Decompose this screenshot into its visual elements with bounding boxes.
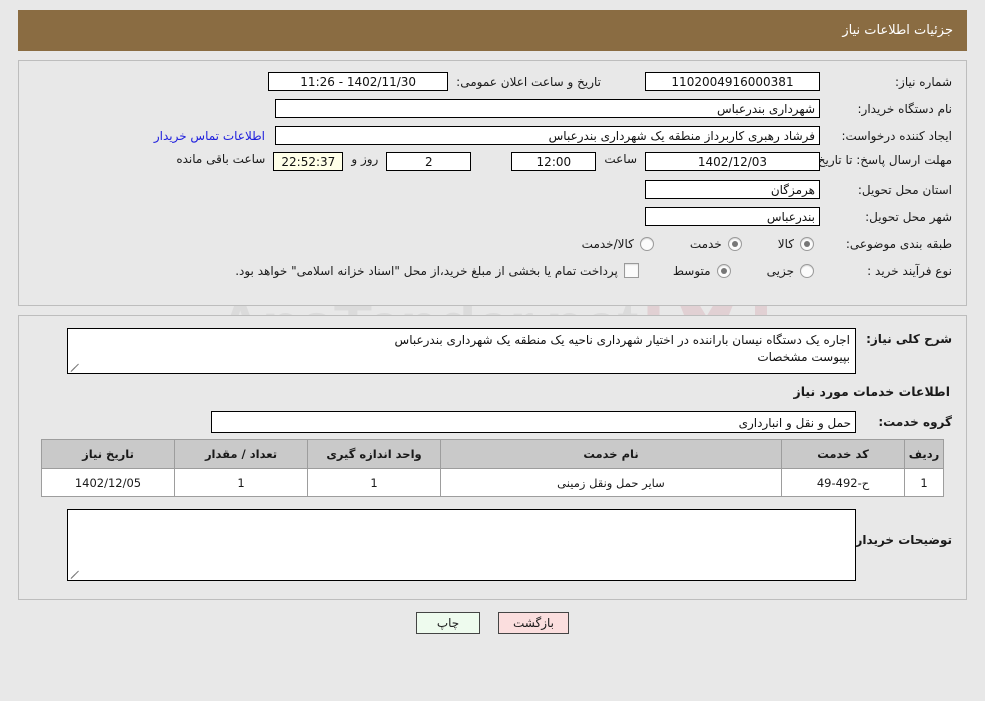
requester-field: فرشاد رهبری کاربرداز منطقه یک شهرداری بن… <box>275 126 820 145</box>
radio-category-kala-label: کالا <box>777 236 794 251</box>
radio-purchase-jozii[interactable] <box>800 263 814 278</box>
page-root: جزئیات اطلاعات نیاز شماره نیاز: 11020049… <box>0 10 985 634</box>
radio-category-kala-khedmat-label: کالا/خدمت <box>581 236 634 251</box>
buyer-contact-link[interactable]: اطلاعات تماس خریدار <box>154 129 265 143</box>
row-category: طبقه بندی موضوعی: کالا خدمت کالا/خدمت <box>33 233 952 254</box>
print-button[interactable]: چاپ <box>416 612 480 634</box>
row-province: استان محل تحویل: هرمزگان <box>33 179 952 200</box>
cell-quantity: 1 <box>174 468 308 497</box>
row-buyer-notes: توضیحات خریدار; <box>33 509 952 581</box>
row-buyer-org: نام دستگاه خریدار: شهرداری بندرعباس <box>33 98 952 119</box>
cell-need-date: 1402/12/05 <box>41 468 175 497</box>
province-field: هرمزگان <box>645 180 820 199</box>
services-section-title: اطلاعات خدمات مورد نیاز <box>793 384 951 399</box>
need-number-field: 1102004916000381 <box>645 72 820 91</box>
table-header-row: ردیف کد خدمت نام خدمت واحد اندازه گیری ت… <box>41 439 944 469</box>
col-service-name: نام خدمت <box>440 439 782 469</box>
category-label: طبقه بندی موضوعی: <box>845 236 952 251</box>
service-details-panel: شرح کلی نیاز: اجاره یک دستگاه نیسان بارا… <box>18 315 967 600</box>
cell-row-no: 1 <box>904 468 944 497</box>
radio-category-kala[interactable] <box>800 236 814 251</box>
row-city: شهر محل تحویل: بندرعباس <box>33 206 952 227</box>
action-button-bar: بازگشت چاپ <box>0 612 985 634</box>
col-need-date: تاریخ نیاز <box>41 439 175 469</box>
treasury-docs-checkbox[interactable] <box>623 263 639 278</box>
buyer-notes-textarea[interactable] <box>67 509 856 581</box>
need-info-panel: شماره نیاز: 1102004916000381 تاریخ و ساع… <box>18 60 967 306</box>
announce-datetime-field: 1402/11/30 - 11:26 <box>268 72 449 91</box>
service-group-field: حمل و نقل و انبارداری <box>211 411 856 433</box>
row-need-description: شرح کلی نیاز: اجاره یک دستگاه نیسان بارا… <box>33 328 952 374</box>
resize-handle-icon <box>70 569 80 579</box>
need-desc-textarea[interactable]: اجاره یک دستگاه نیسان باراننده در اختیار… <box>67 328 856 374</box>
countdown-label: ساعت باقی مانده <box>176 152 266 166</box>
radio-category-khedmat-label: خدمت <box>689 236 722 251</box>
page-header: جزئیات اطلاعات نیاز <box>18 10 967 51</box>
row-service-group: گروه خدمت: حمل و نقل و انبارداری <box>33 411 952 433</box>
treasury-docs-text: پرداخت تمام یا بخشی از مبلغ خرید،از محل … <box>235 263 618 278</box>
radio-purchase-motevaset[interactable] <box>716 263 731 278</box>
purchase-type-label: نوع فرآیند خرید : <box>867 263 952 278</box>
hour-field: 12:00 <box>511 152 597 171</box>
city-label: شهر محل تحویل: <box>865 209 952 224</box>
countdown-field: 22:52:37 <box>273 152 344 171</box>
radio-category-khedmat[interactable] <box>727 236 742 251</box>
row-purchase-type: نوع فرآیند خرید : جزیی متوسط پرداخت تمام… <box>33 260 952 281</box>
deadline-date-field: 1402/12/03 <box>645 152 820 171</box>
buyer-org-field: شهرداری بندرعباس <box>275 99 820 118</box>
back-button[interactable]: بازگشت <box>498 612 569 634</box>
radio-purchase-motevaset-label: متوسط <box>672 263 711 278</box>
radio-category-kala-khedmat[interactable] <box>639 236 654 251</box>
col-quantity: تعداد / مقدار <box>174 439 308 469</box>
cell-service-code: ح-492-49 <box>781 468 905 497</box>
announce-datetime-label: تاریخ و ساعت اعلان عمومی: <box>456 74 601 89</box>
city-field: بندرعباس <box>645 207 820 226</box>
cell-unit: 1 <box>307 468 441 497</box>
page-title: جزئیات اطلاعات نیاز <box>842 23 953 38</box>
radio-purchase-jozii-label: جزیی <box>766 263 794 278</box>
row-deadline: مهلت ارسال پاسخ: تا تاریخ: 1402/12/03 سا… <box>33 152 952 173</box>
need-number-label: شماره نیاز: <box>895 74 952 89</box>
buyer-notes-label: توضیحات خریدار; <box>850 533 952 547</box>
col-service-code: کد خدمت <box>781 439 905 469</box>
table-row: 1 ح-492-49 سایر حمل ونقل زمینی 1 1 1402/… <box>41 468 944 497</box>
row-need-number: شماره نیاز: 1102004916000381 تاریخ و ساع… <box>33 71 952 92</box>
buyer-org-label: نام دستگاه خریدار: <box>857 101 953 116</box>
need-desc-label: شرح کلی نیاز: <box>866 332 952 346</box>
days-label: روز و <box>351 152 379 166</box>
deadline-label: مهلت ارسال پاسخ: تا تاریخ: <box>813 153 952 167</box>
row-requester: ایجاد کننده درخواست: فرشاد رهبری کاربردا… <box>33 125 952 146</box>
days-field: 2 <box>386 152 472 171</box>
requester-label: ایجاد کننده درخواست: <box>841 128 952 143</box>
hour-label: ساعت <box>604 152 637 166</box>
service-group-label: گروه خدمت: <box>878 415 952 429</box>
resize-handle-icon <box>70 362 80 372</box>
services-table: ردیف کد خدمت نام خدمت واحد اندازه گیری ت… <box>41 439 944 497</box>
col-unit: واحد اندازه گیری <box>307 439 441 469</box>
province-label: استان محل تحویل: <box>857 182 952 197</box>
cell-service-name: سایر حمل ونقل زمینی <box>440 468 782 497</box>
col-row-no: ردیف <box>904 439 944 469</box>
